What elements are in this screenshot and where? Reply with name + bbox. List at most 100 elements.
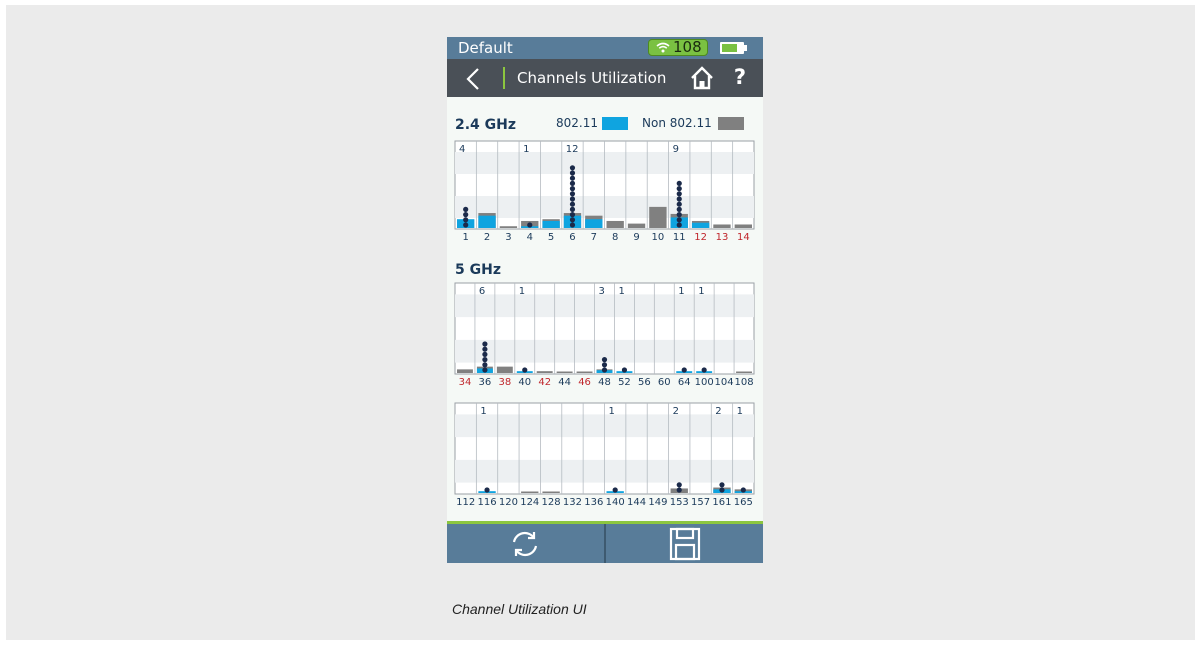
device-dot-ch52[interactable]	[621, 367, 628, 373]
channel-label-46[interactable]: 46	[578, 377, 591, 388]
device-dot-ch116[interactable]	[484, 487, 490, 493]
device-dot-ch11[interactable]	[676, 217, 682, 223]
channel-label-4[interactable]: 4	[527, 232, 533, 243]
device-dot-ch11[interactable]	[676, 196, 682, 202]
channel-label-100[interactable]: 100	[695, 377, 714, 388]
device-dot-ch11[interactable]	[676, 201, 682, 207]
channel-label-2[interactable]: 2	[484, 232, 490, 243]
home-icon	[691, 66, 713, 90]
device-dot-ch6[interactable]	[569, 191, 576, 197]
device-dot-ch36[interactable]	[482, 341, 488, 347]
channel-label-112[interactable]: 112	[456, 497, 475, 508]
channel-label-52[interactable]: 52	[618, 377, 631, 388]
channel-label-11[interactable]: 11	[673, 232, 686, 243]
channel-label-144[interactable]: 144	[627, 497, 646, 508]
channel-label-38[interactable]: 38	[498, 377, 511, 388]
help-button[interactable]: ?	[727, 62, 753, 92]
device-dot-ch40[interactable]	[522, 367, 528, 373]
back-button[interactable]	[455, 63, 491, 95]
refresh-button[interactable]	[505, 527, 545, 561]
channel-label-161[interactable]: 161	[712, 497, 731, 508]
device-dot-ch6[interactable]	[569, 170, 576, 176]
device-dot-ch1[interactable]	[463, 212, 469, 218]
device-dot-ch1[interactable]	[463, 206, 469, 212]
device-dot-ch153[interactable]	[676, 482, 682, 488]
channel-label-140[interactable]: 140	[606, 497, 625, 508]
device-dot-ch36[interactable]	[482, 362, 488, 368]
device-dot-ch6[interactable]	[569, 196, 576, 202]
device-dot-ch48[interactable]	[601, 357, 608, 363]
device-dot-ch161[interactable]	[719, 482, 725, 488]
channel-label-108[interactable]: 108	[734, 377, 753, 388]
device-dot-ch36[interactable]	[482, 351, 488, 357]
channel-label-8[interactable]: 8	[612, 232, 618, 243]
device-dot-ch6[interactable]	[569, 212, 576, 218]
channel-label-149[interactable]: 149	[648, 497, 667, 508]
device-dot-ch6[interactable]	[569, 165, 576, 171]
device-dot-ch11[interactable]	[676, 206, 682, 212]
device-dot-ch6[interactable]	[569, 217, 576, 223]
device-dot-ch11[interactable]	[676, 191, 682, 197]
channel-label-9[interactable]: 9	[633, 232, 639, 243]
device-dot-ch48[interactable]	[601, 367, 608, 373]
device-dot-ch165[interactable]	[740, 487, 746, 493]
device-dot-ch48[interactable]	[601, 362, 608, 368]
channel-label-124[interactable]: 124	[520, 497, 539, 508]
channel-label-34[interactable]: 34	[459, 377, 472, 388]
device-dot-ch11[interactable]	[676, 212, 682, 218]
non-wifi-bar-ch34	[457, 369, 473, 373]
channel-label-64[interactable]: 64	[678, 377, 691, 388]
channel-label-36[interactable]: 36	[479, 377, 492, 388]
channel-label-120[interactable]: 120	[499, 497, 518, 508]
channel-label-10[interactable]: 10	[652, 232, 665, 243]
channel-label-157[interactable]: 157	[691, 497, 710, 508]
home-button[interactable]	[687, 63, 717, 93]
wifi-status-badge[interactable]: 108	[648, 39, 708, 56]
channel-label-128[interactable]: 128	[542, 497, 561, 508]
device-dot-ch36[interactable]	[482, 367, 488, 373]
channel-label-136[interactable]: 136	[584, 497, 603, 508]
device-dot-ch64[interactable]	[681, 367, 687, 373]
channel-label-42[interactable]: 42	[538, 377, 551, 388]
channel-label-7[interactable]: 7	[591, 232, 597, 243]
channel-label-1[interactable]: 1	[462, 232, 468, 243]
channel-label-12[interactable]: 12	[694, 232, 707, 243]
device-dot-ch6[interactable]	[569, 206, 576, 212]
profile-name[interactable]: Default	[458, 38, 513, 58]
channel-label-153[interactable]: 153	[670, 497, 689, 508]
channel-label-44[interactable]: 44	[558, 377, 571, 388]
channel-label-56[interactable]: 56	[638, 377, 651, 388]
channel-label-40[interactable]: 40	[518, 377, 531, 388]
save-button[interactable]	[665, 527, 705, 561]
device-dot-ch11[interactable]	[676, 186, 682, 192]
channel-label-5[interactable]: 5	[548, 232, 554, 243]
device-dot-ch161[interactable]	[719, 487, 725, 493]
channel-label-165[interactable]: 165	[734, 497, 753, 508]
device-dot-ch1[interactable]	[463, 217, 469, 223]
device-dot-ch36[interactable]	[482, 357, 488, 363]
device-dot-ch100[interactable]	[701, 367, 707, 373]
device-dot-ch1[interactable]	[463, 222, 469, 228]
device-count-ch1: 4	[459, 144, 465, 155]
channel-label-13[interactable]: 13	[716, 232, 729, 243]
device-dot-ch6[interactable]	[569, 222, 576, 228]
device-dot-ch36[interactable]	[482, 346, 488, 352]
device-dot-ch153[interactable]	[676, 487, 682, 493]
channel-label-104[interactable]: 104	[715, 377, 734, 388]
channel-label-116[interactable]: 116	[477, 497, 496, 508]
channel-label-132[interactable]: 132	[563, 497, 582, 508]
device-dot-ch6[interactable]	[569, 180, 576, 186]
device-count-ch48: 3	[599, 286, 605, 297]
device-dot-ch6[interactable]	[569, 201, 576, 207]
channel-label-48[interactable]: 48	[598, 377, 611, 388]
device-dot-ch140[interactable]	[612, 487, 618, 493]
device-dot-ch4[interactable]	[527, 222, 533, 228]
channel-label-6[interactable]: 6	[569, 232, 575, 243]
device-dot-ch11[interactable]	[676, 222, 682, 228]
channel-label-14[interactable]: 14	[737, 232, 750, 243]
device-dot-ch11[interactable]	[676, 180, 682, 186]
channel-label-3[interactable]: 3	[505, 232, 511, 243]
channel-label-60[interactable]: 60	[658, 377, 671, 388]
device-dot-ch6[interactable]	[569, 175, 576, 181]
device-dot-ch6[interactable]	[569, 186, 576, 192]
